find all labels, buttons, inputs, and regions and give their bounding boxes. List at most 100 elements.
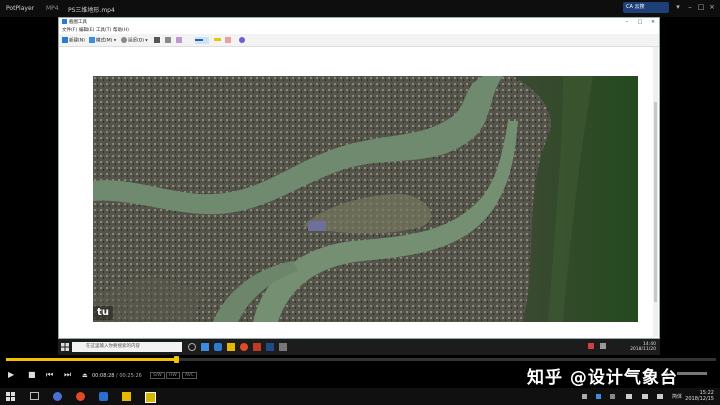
play-icon[interactable]: ▶ [8, 370, 14, 379]
tray-app-icon[interactable] [596, 394, 601, 399]
mode-button[interactable]: 模式(M) ▾ [89, 37, 116, 44]
file-explorer-icon[interactable] [227, 343, 235, 351]
app-icon[interactable] [253, 343, 261, 351]
hw-tag: HW [166, 372, 180, 379]
snip-title-bar: 截图工具 – □ × [59, 18, 659, 26]
vertical-scrollbar[interactable] [653, 47, 658, 337]
current-time: 00:08:28 [92, 373, 115, 379]
potplayer-taskbar-icon[interactable] [145, 392, 156, 403]
copy-icon [165, 37, 171, 43]
satellite-map [93, 76, 638, 322]
close-icon[interactable]: × [708, 3, 716, 11]
paint3d-icon [239, 37, 245, 43]
snip-minimize-icon[interactable]: – [621, 18, 633, 26]
menu-tools[interactable]: 工具(T) [96, 27, 111, 33]
total-time: 00:25:26 [119, 373, 142, 379]
task-view-icon[interactable] [201, 343, 209, 351]
scroll-thumb[interactable] [654, 102, 657, 302]
new-snip-button[interactable]: 新建(N) [62, 37, 85, 44]
outer-taskbar: 简体 15:22 2018/12/15 [0, 388, 720, 405]
chrome-icon[interactable] [76, 392, 85, 401]
save-icon [154, 37, 160, 43]
mode-icon [89, 37, 95, 43]
volume-icon[interactable] [657, 394, 663, 399]
menu-help[interactable]: 帮助(H) [113, 27, 129, 33]
menu-file[interactable]: 文件(F) [62, 27, 77, 33]
next-icon[interactable]: ⏭ [64, 370, 71, 380]
baidu-netdisk-icon[interactable] [99, 392, 108, 401]
time-display: 00:08:28 / 00:25:26 [92, 373, 142, 379]
highlighter-button[interactable] [214, 37, 222, 44]
pen-icon [195, 38, 203, 41]
volume-icon[interactable] [600, 343, 606, 349]
cortana-icon[interactable] [188, 343, 196, 351]
snip-close-icon[interactable]: × [647, 18, 659, 26]
save-button[interactable] [154, 37, 161, 44]
snip-canvas: tu [61, 47, 653, 337]
windows-start-icon[interactable] [61, 343, 69, 351]
tray-icon[interactable] [588, 343, 594, 349]
system-clock[interactable]: 15:22 2018/12/15 [685, 390, 714, 402]
edge-icon[interactable] [214, 343, 222, 351]
pin-icon[interactable]: ▾ [674, 3, 682, 11]
clock-icon [121, 37, 127, 43]
eraser-button[interactable] [225, 37, 232, 44]
eraser-icon [225, 37, 231, 43]
paint3d-button[interactable] [239, 37, 246, 44]
snipping-tool-window: 截图工具 – □ × 文件(F) 编辑(E) 工具(T) 帮助(H) 新建(N)… [58, 17, 660, 339]
mode-label: 模式(M) [96, 38, 113, 44]
file-title: PS三维地形.mp4 [68, 7, 115, 14]
zhihu-watermark: 知乎 @设计气象台 [527, 368, 678, 388]
snipping-tool-taskbar-icon[interactable] [279, 343, 287, 351]
volume-slider[interactable] [677, 372, 707, 375]
task-view-icon[interactable] [30, 392, 39, 400]
copy-button[interactable] [165, 37, 172, 44]
browser-icon[interactable] [53, 392, 62, 401]
send-button[interactable] [176, 37, 183, 44]
input-language[interactable]: 简体 [672, 393, 682, 400]
seek-bar[interactable] [6, 356, 716, 363]
scissors-icon [62, 19, 67, 24]
inner-taskbar: 在这里输入你要搜索的内容 14:40 2018/11/20 [58, 339, 660, 355]
minimize-icon[interactable]: – [686, 3, 694, 11]
search-input[interactable]: 在这里输入你要搜索的内容 [72, 342, 182, 352]
image-watermark: tu [93, 306, 113, 320]
network-icon[interactable] [642, 394, 648, 399]
snip-menu-bar: 文件(F) 编辑(E) 工具(T) 帮助(H) [59, 26, 659, 34]
delay-label: 延迟(D) [128, 38, 144, 44]
tray-app2-icon[interactable] [610, 394, 615, 399]
new-snip-icon [62, 37, 68, 43]
new-snip-label: 新建(N) [69, 38, 85, 44]
stop-icon[interactable]: ■ [28, 370, 36, 379]
codec-tag: AVC [182, 372, 198, 379]
snip-maximize-icon[interactable]: □ [634, 18, 646, 26]
delay-button[interactable]: 延迟(D) ▾ [121, 37, 148, 44]
inner-clock-date: 2018/11/20 [630, 347, 656, 352]
file-explorer-icon[interactable] [122, 392, 131, 401]
player-title-bar: PotPlayer MP4 PS三维地形.mp4 CA 云搜 ▾ – □ × [0, 0, 720, 17]
seek-handle[interactable] [174, 356, 180, 363]
stadium [308, 221, 326, 231]
send-icon [176, 37, 182, 43]
snip-toolbar: 新建(N) 模式(M) ▾ 延迟(D) ▾ [59, 34, 659, 47]
battery-icon[interactable] [626, 394, 632, 399]
windows-start-icon[interactable] [6, 392, 15, 401]
inner-clock: 14:40 2018/11/20 [630, 342, 656, 352]
menu-edit[interactable]: 编辑(E) [79, 27, 94, 33]
cloud-search-button[interactable]: CA 云搜 [623, 2, 669, 13]
player-brand[interactable]: PotPlayer [6, 5, 34, 12]
player-format: MP4 [46, 5, 59, 12]
eject-icon[interactable]: ⏏ [82, 372, 88, 379]
chrome-icon[interactable] [240, 343, 248, 351]
satellite-image [93, 76, 638, 322]
decoder-tag: S/W [150, 372, 165, 379]
previous-icon[interactable]: ⏮ [46, 370, 53, 380]
maximize-icon[interactable]: □ [697, 3, 705, 11]
highlighter-icon [214, 38, 221, 41]
photoshop-icon[interactable] [266, 343, 274, 351]
tray-up-icon[interactable] [582, 394, 587, 399]
pen-button[interactable] [195, 37, 209, 44]
snip-title: 截图工具 [69, 20, 87, 25]
seek-progress [6, 358, 177, 361]
clock-date: 2018/12/15 [685, 396, 714, 402]
